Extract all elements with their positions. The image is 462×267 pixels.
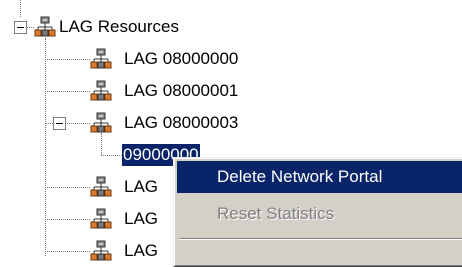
network-group-icon <box>90 208 112 229</box>
tree-node-label[interactable]: LAG 08000000 <box>124 48 238 70</box>
collapse-root-toggle[interactable] <box>14 21 27 34</box>
tree-node-label[interactable]: LAG <box>124 208 158 230</box>
reset-statistics-menu-item: Reset Statistics <box>177 198 462 230</box>
collapse-node-toggle[interactable] <box>53 117 66 130</box>
tree-node-label[interactable]: LAG <box>124 176 158 198</box>
tree-line <box>101 133 102 155</box>
tree-line <box>101 155 122 156</box>
tree-line <box>45 123 53 124</box>
menu-item-label: Delete Network Portal <box>217 167 383 186</box>
tree-line <box>20 0 21 17</box>
tree-line <box>45 219 90 220</box>
network-group-icon <box>90 240 112 261</box>
network-group-icon <box>34 16 56 37</box>
tree-node-label[interactable]: LAG Resources <box>59 16 179 38</box>
tree-line <box>45 91 90 92</box>
network-group-icon <box>90 112 112 133</box>
network-group-icon <box>90 80 112 101</box>
context-menu: Delete Network Portal Reset Statistics <box>173 157 462 267</box>
delete-network-portal-menu-item[interactable]: Delete Network Portal <box>177 161 462 193</box>
tree-node-label[interactable]: LAG 08000001 <box>124 80 238 102</box>
network-group-icon <box>90 48 112 69</box>
tree-node-label[interactable]: LAG <box>124 240 158 262</box>
tree-line <box>45 251 90 252</box>
tree-line <box>27 27 34 28</box>
network-group-icon <box>90 176 112 197</box>
tree-line <box>45 59 90 60</box>
tree-line <box>45 187 90 188</box>
tree-line <box>65 123 90 124</box>
tree-node-label[interactable]: LAG 08000003 <box>124 112 238 134</box>
menu-separator <box>179 238 462 240</box>
menu-item-label: Reset Statistics <box>217 204 335 223</box>
tree-line <box>45 38 46 256</box>
